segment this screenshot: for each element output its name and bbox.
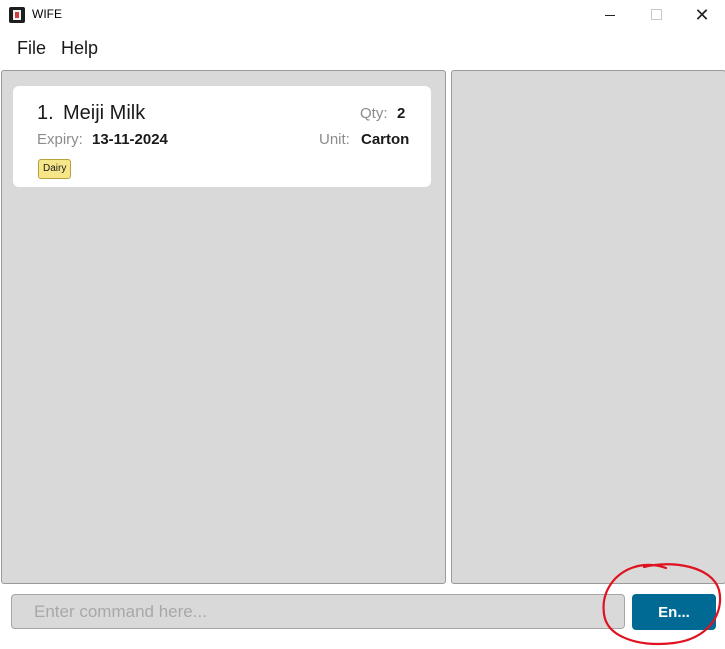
- app-logo-icon: [9, 7, 25, 23]
- menu-bar: File Help: [0, 30, 725, 68]
- window-title: WIFE: [32, 7, 62, 21]
- menu-file[interactable]: File: [17, 38, 46, 59]
- expiry-value: 13-11-2024: [92, 131, 168, 148]
- expiry-label: Expiry:: [37, 131, 83, 148]
- qty-value: 2: [397, 105, 406, 122]
- command-input[interactable]: [11, 594, 625, 629]
- result-display-panel: [451, 70, 725, 584]
- title-bar: WIFE ✕: [0, 0, 725, 30]
- unit-label: Unit:: [319, 131, 350, 148]
- qty-label: Qty:: [360, 105, 388, 122]
- food-index: 1.: [37, 102, 54, 124]
- app-window: WIFE ✕ File Help 1. Meiji Milk Qty: 2 Ex…: [0, 0, 725, 649]
- food-list-panel[interactable]: 1. Meiji Milk Qty: 2 Expiry: 13-11-2024 …: [1, 70, 446, 584]
- close-button[interactable]: ✕: [679, 0, 725, 30]
- maximize-icon: [651, 9, 662, 20]
- maximize-button[interactable]: [633, 0, 679, 30]
- menu-help[interactable]: Help: [61, 38, 98, 59]
- unit-value: Carton: [361, 131, 410, 148]
- minimize-button[interactable]: [587, 0, 633, 30]
- food-name: Meiji Milk: [63, 102, 146, 124]
- tag-dairy: Dairy: [38, 159, 72, 179]
- close-icon: ✕: [694, 5, 710, 25]
- enter-button[interactable]: En...: [632, 594, 716, 630]
- minimize-icon: [605, 15, 615, 16]
- food-card[interactable]: 1. Meiji Milk Qty: 2 Expiry: 13-11-2024 …: [13, 86, 431, 187]
